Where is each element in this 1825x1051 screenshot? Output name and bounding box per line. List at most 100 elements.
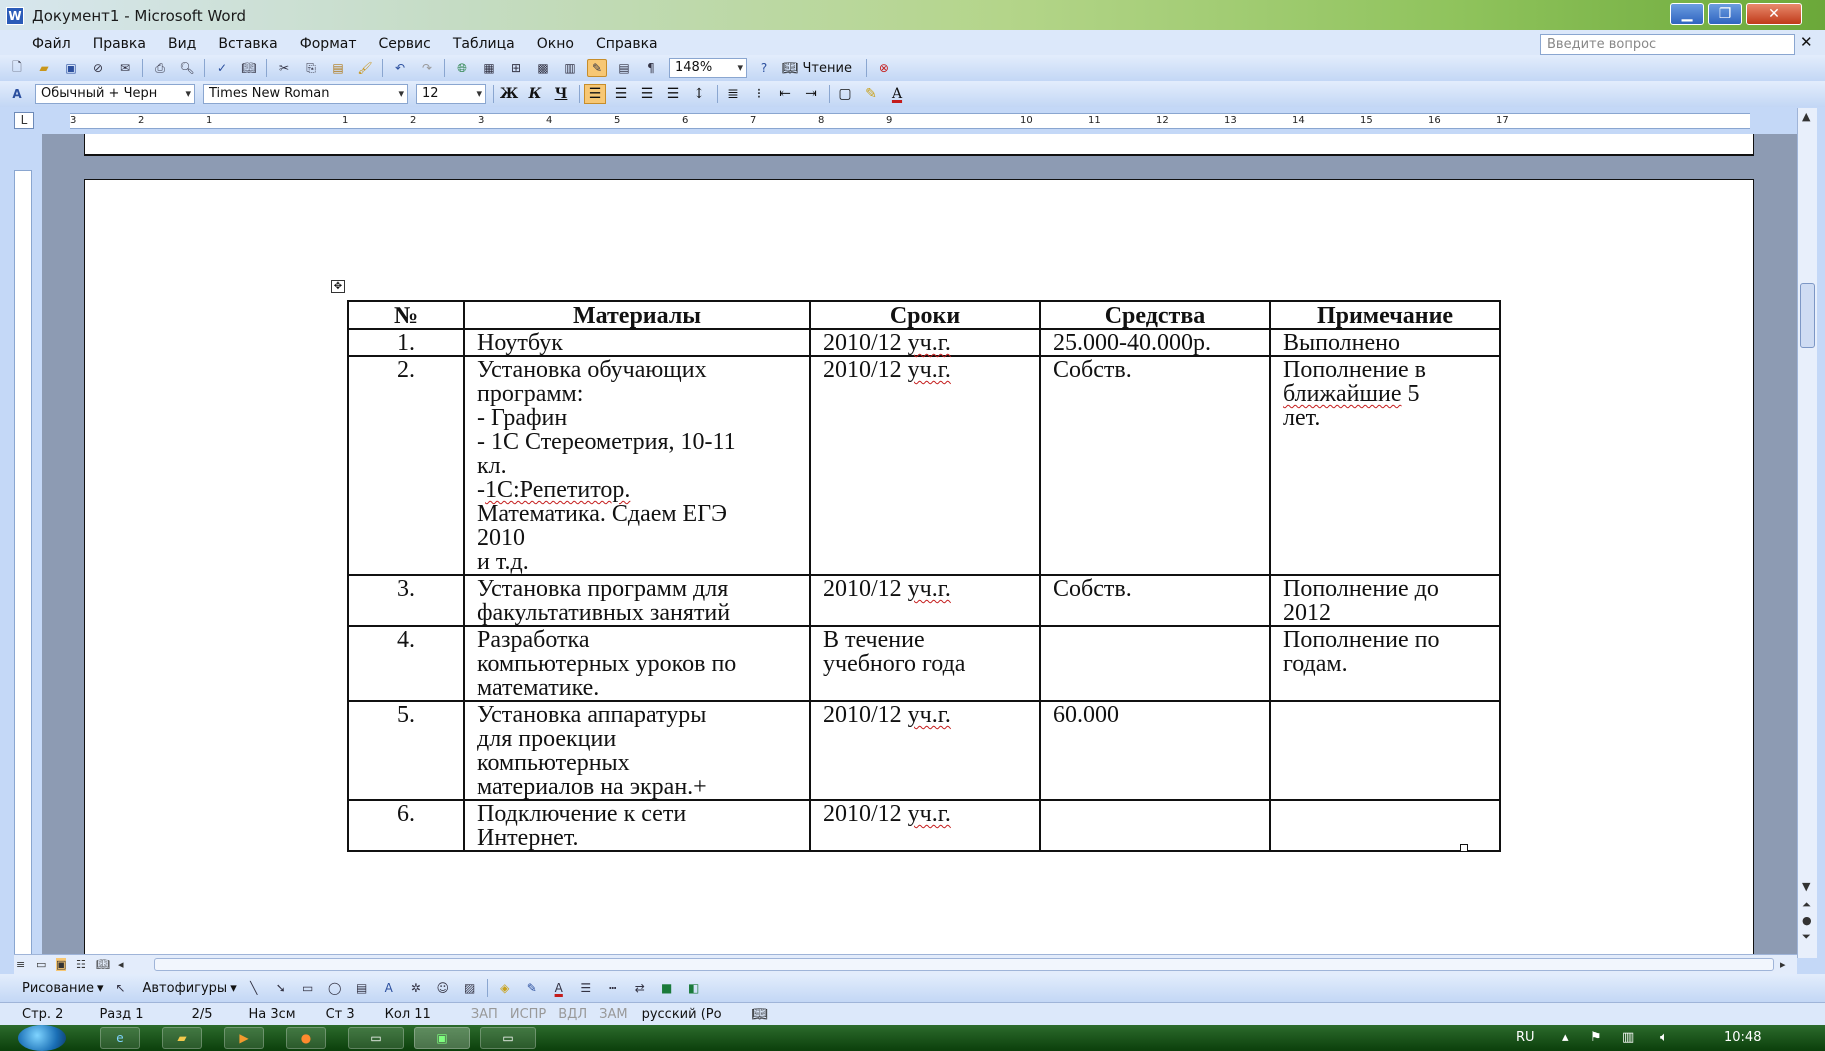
menu-insert[interactable]: Вставка bbox=[218, 36, 277, 52]
cell-note[interactable]: Пополнение до 2012 bbox=[1269, 574, 1501, 627]
font-color-draw-icon[interactable]: A bbox=[549, 979, 569, 997]
hyperlink-icon[interactable]: 🌐︎ bbox=[452, 59, 472, 77]
scroll-up-icon[interactable]: ▲ bbox=[1802, 110, 1810, 123]
increase-indent-button[interactable]: ⇥ bbox=[800, 84, 822, 104]
line-icon[interactable]: ╲ bbox=[244, 979, 264, 997]
menu-table[interactable]: Таблица bbox=[453, 36, 515, 52]
spelling-icon[interactable]: ✓ bbox=[212, 59, 232, 77]
menu-file[interactable]: Файл bbox=[32, 36, 71, 52]
3d-style-icon[interactable]: ◧ bbox=[684, 979, 704, 997]
document-page[interactable]: ✥ № Материалы Сроки Средства Примечание … bbox=[84, 179, 1754, 954]
bullets-button[interactable]: ⁝ bbox=[748, 84, 770, 104]
save-icon[interactable]: ▣ bbox=[61, 59, 81, 77]
cell-funds[interactable] bbox=[1039, 625, 1271, 702]
spelling-status-icon[interactable]: 📖︎ bbox=[752, 1007, 769, 1022]
window-taskbar-button[interactable]: ▭ bbox=[348, 1027, 404, 1049]
status-language[interactable]: русский (Ро bbox=[642, 1007, 722, 1022]
picture-icon[interactable]: ▨ bbox=[460, 979, 480, 997]
drawing-icon[interactable]: ✎ bbox=[587, 59, 607, 77]
cell-funds[interactable]: Собств. bbox=[1039, 574, 1271, 627]
cell-note[interactable]: Пополнение в ближайшие 5 лет. bbox=[1269, 355, 1501, 576]
arrow-icon[interactable]: ➘ bbox=[271, 979, 291, 997]
cell-number[interactable]: 6. bbox=[347, 799, 465, 852]
cell-number[interactable]: 5. bbox=[347, 700, 465, 801]
menu-view[interactable]: Вид bbox=[168, 36, 196, 52]
bold-button[interactable]: Ж bbox=[498, 84, 520, 104]
format-painter-icon[interactable]: 🖌︎ bbox=[355, 59, 375, 77]
align-left-button[interactable]: ☰ bbox=[584, 84, 606, 104]
insert-table-icon[interactable]: ⊞ bbox=[506, 59, 526, 77]
clipart-icon[interactable]: ☺ bbox=[433, 979, 453, 997]
font-size-dropdown[interactable]: 12 bbox=[416, 84, 486, 104]
menu-edit[interactable]: Правка bbox=[93, 36, 146, 52]
help-question-input[interactable]: Введите вопрос bbox=[1540, 34, 1795, 55]
cell-note[interactable]: Выполнено bbox=[1269, 328, 1501, 357]
cell-term[interactable]: 2010/12 уч.г. bbox=[809, 799, 1041, 852]
input-language-indicator[interactable]: RU bbox=[1516, 1030, 1535, 1045]
research-icon[interactable]: 📖︎ bbox=[239, 59, 259, 77]
reading-mode-button[interactable]: 📖︎ Чтение bbox=[782, 61, 852, 76]
action-center-flag-icon[interactable]: ⚑ bbox=[1590, 1030, 1602, 1045]
status-extend[interactable]: ВДЛ bbox=[558, 1007, 587, 1022]
normal-view-icon[interactable]: ≡ bbox=[16, 958, 25, 971]
firefox-taskbar-button[interactable]: ● bbox=[286, 1027, 326, 1049]
decrease-indent-button[interactable]: ⇤ bbox=[774, 84, 796, 104]
drawing-menu[interactable]: Рисование bbox=[22, 981, 94, 996]
shadow-icon[interactable]: ■ bbox=[657, 979, 677, 997]
word-app-icon[interactable]: W bbox=[6, 7, 24, 25]
document-table[interactable]: № Материалы Сроки Средства Примечание 1.… bbox=[347, 300, 1501, 852]
previous-page-icon[interactable]: ⏶ bbox=[1802, 898, 1811, 912]
permission-icon[interactable]: ⊘ bbox=[88, 59, 108, 77]
tables-borders-icon[interactable]: ▦ bbox=[479, 59, 499, 77]
line-style-icon[interactable]: ☰ bbox=[576, 979, 596, 997]
text-box-icon[interactable]: ▤ bbox=[352, 979, 372, 997]
cell-number[interactable]: 4. bbox=[347, 625, 465, 702]
cell-material[interactable]: Подключение к сети Интернет. bbox=[463, 799, 811, 852]
cell-number[interactable]: 2. bbox=[347, 355, 465, 576]
volume-icon[interactable]: 🔈︎ bbox=[1660, 1030, 1668, 1045]
print-icon[interactable]: ⎙ bbox=[150, 59, 170, 77]
italic-button[interactable]: К bbox=[524, 84, 546, 104]
header-note[interactable]: Примечание bbox=[1269, 300, 1501, 330]
select-objects-icon[interactable]: ↖ bbox=[111, 979, 131, 997]
cell-note[interactable] bbox=[1269, 700, 1501, 801]
outline-view-icon[interactable]: ☷ bbox=[76, 958, 86, 971]
cell-number[interactable]: 3. bbox=[347, 574, 465, 627]
status-overtype[interactable]: ЗАМ bbox=[599, 1007, 627, 1022]
horizontal-ruler[interactable]: L 3 2 1 1 2 3 4 5 6 7 8 9 10 11 12 13 14… bbox=[0, 108, 1825, 134]
header-funds[interactable]: Средства bbox=[1039, 300, 1271, 330]
line-spacing-button[interactable]: ↕ bbox=[688, 84, 710, 104]
reading-view-icon[interactable]: 📖︎ bbox=[96, 958, 110, 971]
cell-term[interactable]: 2010/12 уч.г. bbox=[809, 700, 1041, 801]
align-right-button[interactable]: ☰ bbox=[636, 84, 658, 104]
zoom-dropdown[interactable]: 148% bbox=[669, 58, 747, 78]
explorer-taskbar-button[interactable]: ▰ bbox=[162, 1027, 202, 1049]
document-map-icon[interactable]: ▤ bbox=[614, 59, 634, 77]
start-button[interactable] bbox=[18, 1025, 66, 1051]
cut-icon[interactable]: ✂ bbox=[274, 59, 294, 77]
show-hidden-icons-icon[interactable]: ▴ bbox=[1562, 1030, 1569, 1045]
open-folder-icon[interactable]: ▰ bbox=[34, 59, 54, 77]
justify-button[interactable]: ☰ bbox=[662, 84, 684, 104]
arrow-style-icon[interactable]: ⇄ bbox=[630, 979, 650, 997]
status-track-changes[interactable]: ИСПР bbox=[510, 1007, 546, 1022]
media-player-taskbar-button[interactable]: ▶ bbox=[224, 1027, 264, 1049]
redo-icon[interactable]: ↷ bbox=[417, 59, 437, 77]
print-preview-icon[interactable]: 🔍︎ bbox=[177, 59, 197, 77]
close-document-icon[interactable]: ✕ bbox=[1800, 33, 1813, 51]
web-view-icon[interactable]: ▭ bbox=[36, 958, 46, 971]
cell-funds[interactable]: 60.000 bbox=[1039, 700, 1271, 801]
style-dropdown[interactable]: Обычный + Черн bbox=[35, 84, 195, 104]
research-pane-icon[interactable]: ⊗ bbox=[874, 59, 894, 77]
cell-note[interactable]: Пополнение по годам. bbox=[1269, 625, 1501, 702]
vertical-scroll-thumb[interactable] bbox=[1800, 283, 1815, 348]
network-icon[interactable]: ▥ bbox=[1622, 1030, 1634, 1045]
undo-icon[interactable]: ↶ bbox=[390, 59, 410, 77]
header-materials[interactable]: Материалы bbox=[463, 300, 811, 330]
new-document-icon[interactable]: 🗋 bbox=[7, 59, 27, 77]
menu-help[interactable]: Справка bbox=[596, 36, 658, 52]
underline-button[interactable]: Ч bbox=[550, 84, 572, 104]
vertical-ruler[interactable] bbox=[14, 170, 32, 960]
columns-icon[interactable]: ▥ bbox=[560, 59, 580, 77]
vertical-scrollbar[interactable]: ▲ ▼ ⏶ ● ⏷ bbox=[1797, 108, 1817, 958]
